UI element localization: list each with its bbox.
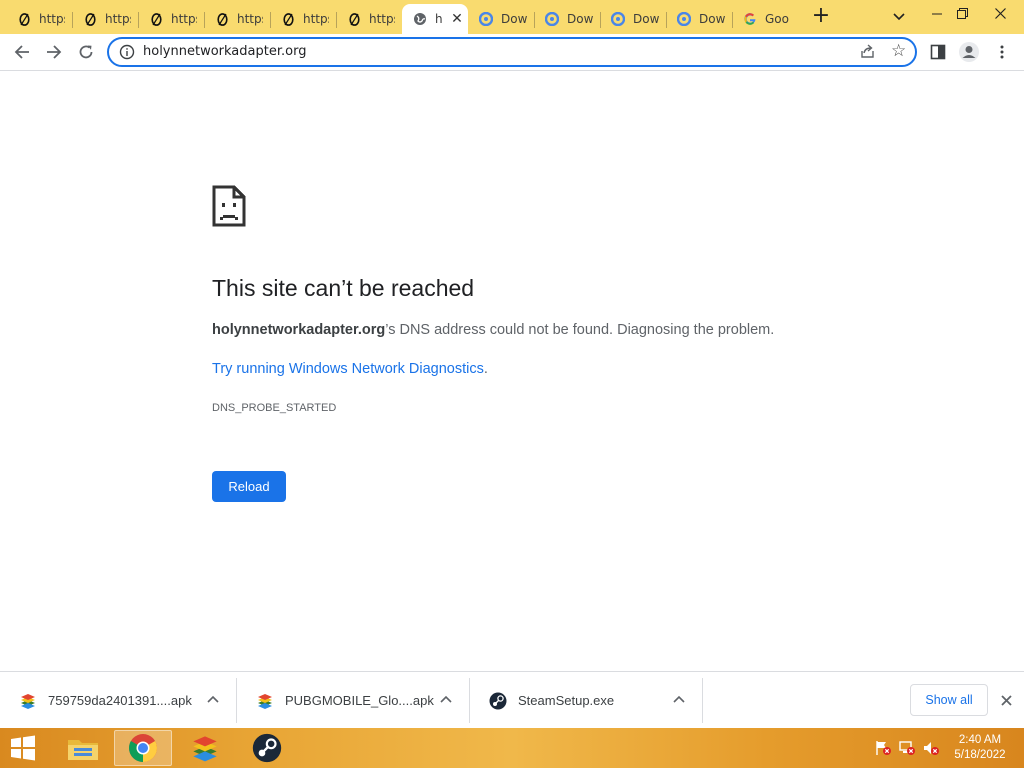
tab-label: https	[237, 12, 263, 26]
tab-strip: https https https https https https h ✕	[0, 0, 1024, 34]
browser-toolbar: holynnetworkadapter.org ☆	[0, 34, 1024, 71]
tab-label: Dow	[567, 12, 593, 26]
tab-label: https	[171, 12, 197, 26]
profile-avatar-icon[interactable]	[957, 40, 981, 64]
tab-list: https https https https https https h ✕	[6, 4, 798, 34]
google-icon	[742, 11, 758, 27]
chevron-up-icon[interactable]	[206, 693, 220, 707]
chrome-download-icon	[610, 11, 626, 27]
sad-page-icon	[212, 185, 246, 231]
chevron-up-icon[interactable]	[439, 693, 453, 707]
opera-icon	[214, 11, 230, 27]
tab[interactable]: Dow	[468, 4, 534, 34]
volume-muted-icon[interactable]	[922, 740, 940, 756]
clock-date: 5/18/2022	[954, 749, 1006, 761]
tab[interactable]: https	[204, 4, 270, 34]
windows-start-icon[interactable]	[8, 734, 38, 762]
chrome-download-icon	[478, 11, 494, 27]
reload-icon[interactable]	[72, 38, 100, 66]
bookmark-star-icon[interactable]: ☆	[891, 42, 906, 60]
tab-label: https	[105, 12, 131, 26]
clock-time: 2:40 AM	[958, 734, 1002, 746]
bluestacks-icon	[18, 691, 38, 711]
tab[interactable]: Dow	[666, 4, 732, 34]
show-all-button[interactable]: Show all	[910, 684, 988, 716]
forward-icon[interactable]	[40, 38, 68, 66]
download-item[interactable]: 759759da2401391....apk	[0, 678, 237, 723]
bluestacks-icon[interactable]	[176, 730, 234, 766]
download-item[interactable]: PUBGMOBILE_Glo....apk	[237, 678, 470, 723]
tab-active[interactable]: h ✕	[402, 4, 468, 34]
link-period: .	[483, 361, 488, 377]
downloads-bar: 759759da2401391....apk PUBGMOBILE_Glo...…	[0, 671, 1024, 728]
tab-label: https	[303, 12, 329, 26]
download-filename: SteamSetup.exe	[518, 693, 615, 708]
opera-icon	[16, 11, 32, 27]
url-text[interactable]: holynnetworkadapter.org	[143, 44, 306, 59]
tab-label: Dow	[699, 12, 725, 26]
chrome-icon[interactable]	[114, 730, 172, 766]
new-tab-button[interactable]: +	[808, 4, 834, 30]
opera-icon	[280, 11, 296, 27]
tab-label: Dow	[633, 12, 659, 26]
site-info-icon[interactable]	[119, 44, 135, 60]
chrome-download-icon	[544, 11, 560, 27]
address-bar[interactable]: holynnetworkadapter.org ☆	[107, 37, 917, 67]
network-icon[interactable]	[898, 740, 916, 756]
tab-label: https	[369, 12, 395, 26]
globe-icon	[412, 11, 428, 27]
tab[interactable]: https	[336, 4, 402, 34]
error-description: holynnetworkadapter.org’s DNS address co…	[212, 322, 774, 338]
tab-search-icon[interactable]	[888, 7, 910, 27]
tab[interactable]: Dow	[534, 4, 600, 34]
opera-icon	[346, 11, 362, 27]
network-diagnostics-link[interactable]: Try running Windows Network Diagnostics	[212, 361, 484, 377]
tab[interactable]: Dow	[600, 4, 666, 34]
opera-icon	[148, 11, 164, 27]
taskbar: 2:40 AM 5/18/2022	[0, 728, 1024, 768]
opera-icon	[82, 11, 98, 27]
tab-label: Goo	[765, 12, 789, 26]
tab-label: https	[39, 12, 65, 26]
download-filename: 759759da2401391....apk	[48, 693, 192, 708]
action-center-flag-icon[interactable]	[874, 740, 892, 756]
tab-label: Dow	[501, 12, 527, 26]
window-close-icon[interactable]	[983, 0, 1017, 26]
error-description-text: ’s DNS address could not be found. Diagn…	[385, 322, 775, 338]
download-filename: PUBGMOBILE_Glo....apk	[285, 693, 434, 708]
chevron-up-icon[interactable]	[672, 693, 686, 707]
diagnostics-link-line: Try running Windows Network Diagnostics.	[212, 361, 488, 377]
error-title: This site can’t be reached	[212, 275, 475, 301]
tab-close-icon[interactable]: ✕	[449, 11, 465, 27]
download-item[interactable]: SteamSetup.exe	[470, 678, 703, 723]
tab[interactable]: https	[270, 4, 336, 34]
restore-icon[interactable]	[945, 0, 979, 26]
error-code: DNS_PROBE_STARTED	[212, 402, 337, 414]
menu-kebab-icon[interactable]	[990, 40, 1014, 64]
tab[interactable]: https	[6, 4, 72, 34]
back-icon[interactable]	[8, 38, 36, 66]
bluestacks-icon	[255, 691, 275, 711]
share-icon[interactable]	[859, 43, 876, 64]
system-clock[interactable]: 2:40 AM 5/18/2022	[946, 733, 1014, 763]
reload-button[interactable]: Reload	[212, 471, 286, 502]
side-panel-icon[interactable]	[926, 40, 950, 64]
steam-icon[interactable]	[238, 730, 296, 766]
tab[interactable]: Goo	[732, 4, 798, 34]
error-domain: holynnetworkadapter.org	[212, 322, 386, 338]
close-downloads-icon[interactable]	[996, 690, 1016, 710]
tab-label: h	[435, 12, 443, 26]
chrome-download-icon	[676, 11, 692, 27]
file-explorer-icon[interactable]	[54, 730, 112, 766]
tab[interactable]: https	[72, 4, 138, 34]
tab[interactable]: https	[138, 4, 204, 34]
steam-icon	[488, 691, 508, 711]
